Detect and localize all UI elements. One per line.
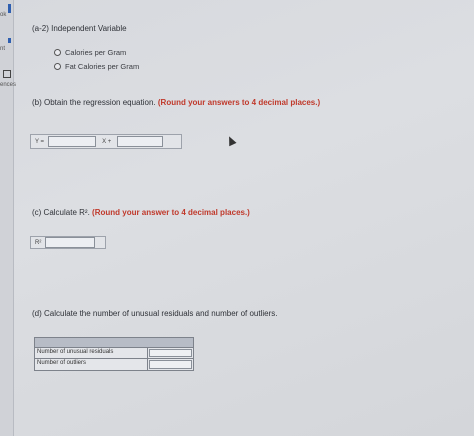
left-sidebar: ok nt ences [0, 0, 16, 436]
radio-fat-calories-per-gram[interactable]: Fat Calories per Gram [54, 62, 139, 71]
residuals-table: Number of unusual residuals Number of ou… [34, 337, 194, 371]
section-b-prefix: (b) Obtain the regression equation. [32, 98, 156, 107]
section-c-instruction: (Round your answer to 4 decimal places.) [92, 208, 250, 217]
slope-input[interactable] [117, 136, 164, 147]
sidebar-marker-1 [8, 4, 11, 13]
x-plus-label: X + [102, 138, 112, 145]
regression-equation-box: Y = X + [30, 134, 182, 149]
row-label-unusual-residuals: Number of unusual residuals [35, 348, 148, 358]
radio-icon[interactable] [54, 63, 61, 70]
table-header [35, 338, 193, 348]
table-row: Number of outliers [35, 359, 193, 370]
section-c-prefix: (c) Calculate R². [32, 208, 90, 217]
radio-label: Calories per Gram [65, 48, 127, 57]
section-d-title: (d) Calculate the number of unusual resi… [32, 309, 278, 318]
question-content: (a-2) Independent Variable Calories per … [22, 0, 474, 436]
sidebar-item-3-label[interactable]: ences [0, 82, 16, 88]
table-row: Number of unusual residuals [35, 348, 193, 359]
radio-label: Fat Calories per Gram [65, 62, 140, 71]
sidebar-marker-2 [8, 38, 11, 43]
sidebar-item-2-label[interactable]: nt [0, 46, 5, 52]
sidebar-item-1-label[interactable]: ok [0, 12, 6, 18]
section-b-instruction: (Round your answers to 4 decimal places.… [157, 98, 321, 107]
mouse-cursor-icon [225, 134, 237, 147]
unusual-residuals-input[interactable] [149, 349, 192, 357]
section-b-title: (b) Obtain the regression equation. (Rou… [32, 98, 320, 107]
section-c-title: (c) Calculate R². (Round your answer to … [32, 208, 250, 217]
r-squared-box: R² [30, 236, 106, 249]
r-squared-label: R² [35, 239, 42, 246]
y-equals-label: Y = [35, 138, 45, 145]
sidebar-box-icon[interactable] [3, 70, 11, 78]
section-a2-title: (a-2) Independent Variable [32, 24, 127, 33]
radio-calories-per-gram[interactable]: Calories per Gram [54, 48, 126, 57]
outliers-input[interactable] [149, 360, 192, 369]
row-label-outliers: Number of outliers [35, 359, 148, 370]
intercept-input[interactable] [48, 136, 97, 147]
radio-icon[interactable] [54, 49, 61, 56]
r-squared-input[interactable] [45, 237, 96, 248]
